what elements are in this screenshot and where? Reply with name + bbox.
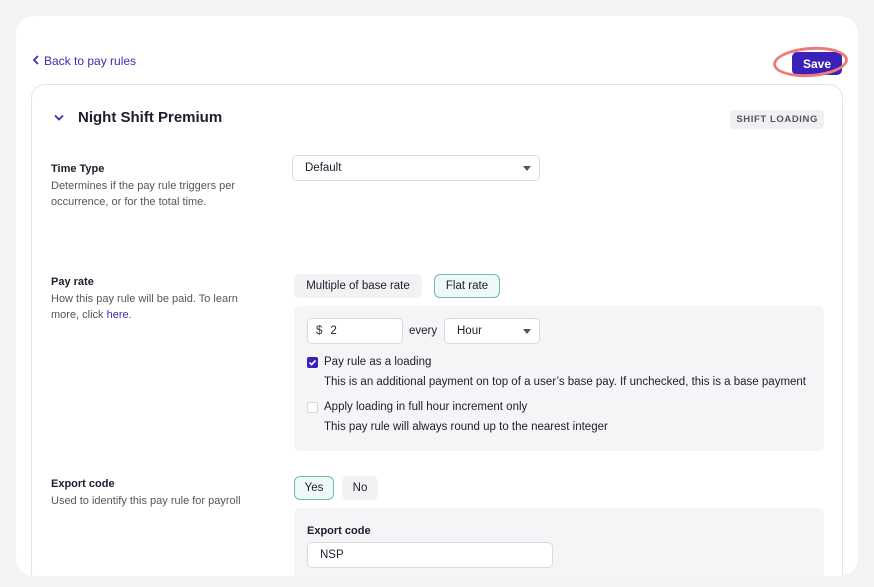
loading-checkbox-label[interactable]: Pay rule as a loading: [324, 356, 431, 368]
chevron-left-icon: [32, 54, 40, 68]
export-no-option[interactable]: No: [342, 476, 378, 500]
save-button[interactable]: Save: [792, 52, 842, 75]
app-frame: Back to pay rules Save Night Shift Premi…: [16, 16, 858, 576]
rule-title: Night Shift Premium: [78, 109, 223, 126]
back-to-pay-rules-link[interactable]: Back to pay rules: [32, 54, 136, 68]
caret-down-icon: [523, 329, 531, 334]
export-yes-option[interactable]: Yes: [294, 476, 334, 500]
time-type-section-label: Time Type Determines if the pay rule tri…: [51, 163, 251, 210]
increment-help-text: This pay rule will always round up to th…: [324, 421, 608, 433]
amount-input[interactable]: $ 2: [307, 318, 403, 344]
pay-rate-description-text: How this pay rule will be paid. To learn…: [51, 293, 238, 321]
increment-checkbox[interactable]: [307, 402, 318, 413]
export-code-input[interactable]: NSP: [307, 542, 553, 568]
amount-value: 2: [330, 325, 337, 337]
currency-symbol: $: [316, 325, 323, 337]
pay-rate-description-end: .: [128, 309, 132, 321]
save-area: Save: [772, 44, 849, 80]
export-code-title: Export code: [51, 478, 115, 490]
time-type-value: Default: [305, 162, 342, 174]
loading-checkbox[interactable]: [307, 357, 318, 368]
period-value: Hour: [457, 325, 482, 337]
multiple-of-base-rate-option[interactable]: Multiple of base rate: [294, 274, 422, 298]
card-header: Night Shift Premium: [54, 109, 222, 126]
checkmark-icon: [308, 359, 317, 366]
time-type-select[interactable]: Default: [292, 155, 540, 181]
export-code-description: Used to identify this pay rule for payro…: [51, 495, 241, 507]
flat-rate-option[interactable]: Flat rate: [434, 274, 500, 298]
period-select[interactable]: Hour: [444, 318, 540, 344]
back-link-label: Back to pay rules: [44, 54, 137, 68]
export-code-field-label: Export code: [307, 525, 371, 537]
learn-more-link[interactable]: here: [107, 309, 129, 321]
chevron-down-icon[interactable]: [54, 114, 64, 122]
pay-rate-section-label: Pay rate How this pay rule will be paid.…: [51, 276, 251, 323]
export-code-panel: Export code NSP: [294, 508, 824, 576]
caret-down-icon: [523, 166, 531, 171]
every-label: every: [409, 325, 438, 337]
pay-rule-card: Night Shift Premium SHIFT LOADING Time T…: [31, 84, 843, 576]
rule-type-badge: SHIFT LOADING: [730, 110, 824, 129]
export-code-section-label: Export code Used to identify this pay ru…: [51, 478, 291, 509]
time-type-description: Determines if the pay rule triggers per …: [51, 180, 236, 208]
export-code-value: NSP: [320, 549, 344, 561]
pay-rate-description: How this pay rule will be paid. To learn…: [51, 291, 256, 323]
loading-help-text: This is an additional payment on top of …: [324, 376, 807, 388]
pay-rate-title: Pay rate: [51, 276, 94, 288]
pay-rate-panel: $ 2 every Hour Pay rule as a loading Thi…: [294, 306, 824, 451]
time-type-title: Time Type: [51, 163, 105, 175]
increment-checkbox-label[interactable]: Apply loading in full hour increment onl…: [324, 401, 527, 413]
